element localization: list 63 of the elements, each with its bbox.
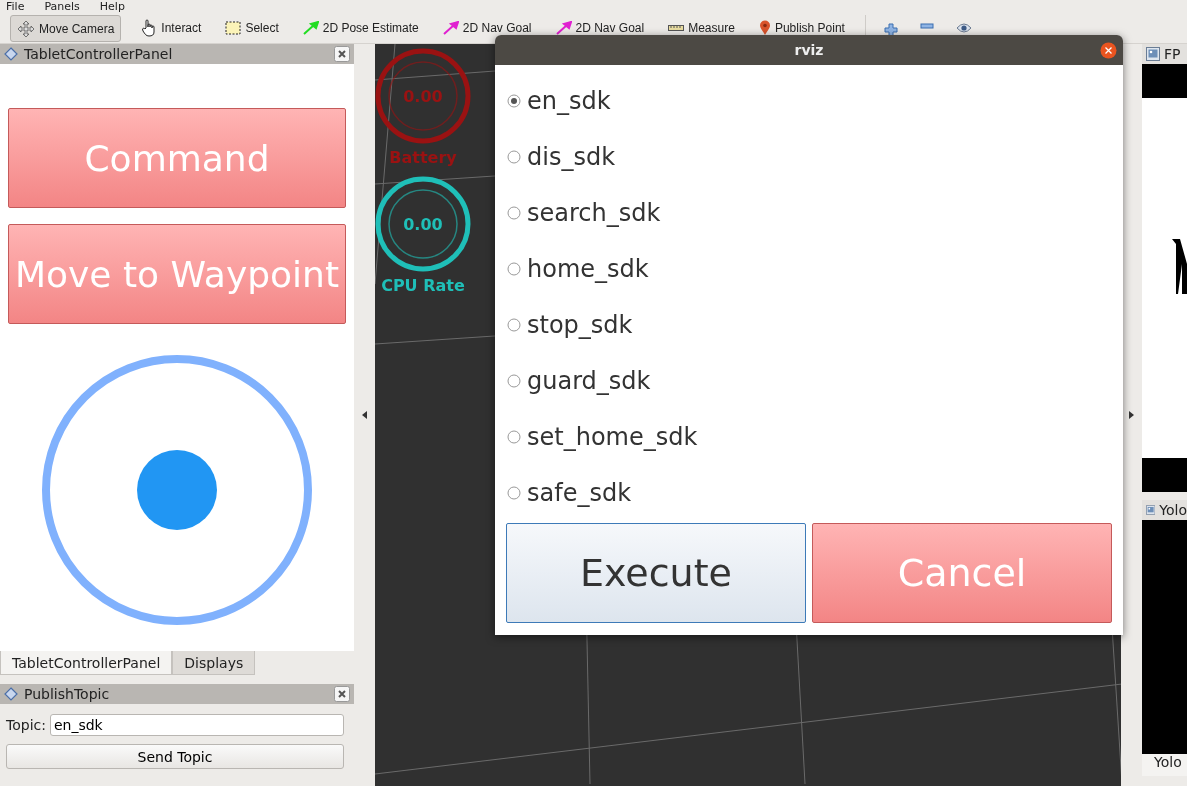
radio-button[interactable] <box>507 486 521 500</box>
eye-icon[interactable] <box>955 23 972 33</box>
image-icon <box>1146 47 1160 61</box>
zoom-in-icon[interactable] <box>883 23 898 37</box>
option-label[interactable]: search_sdk <box>527 199 661 227</box>
radio-button[interactable] <box>507 94 521 108</box>
selection-icon <box>225 21 242 35</box>
option-label[interactable]: en_sdk <box>527 87 611 115</box>
arrow-icon <box>302 21 319 35</box>
zoom-out-icon[interactable] <box>919 23 934 29</box>
panel-title: FP <box>1164 46 1181 62</box>
hand-icon <box>141 19 158 37</box>
dialog-title: rviz <box>794 42 824 58</box>
arrow-icon <box>555 21 572 35</box>
close-icon[interactable] <box>1100 42 1117 59</box>
radio-button[interactable] <box>507 430 521 444</box>
panel-title: Yolo <box>1159 502 1187 518</box>
tool-button[interactable]: Move Camera <box>10 15 122 42</box>
ruler-icon <box>668 24 685 32</box>
tool-button[interactable]: 2D Nav Goal <box>438 21 536 35</box>
radio-button[interactable] <box>507 262 521 276</box>
option-label[interactable]: dis_sdk <box>527 143 616 171</box>
option-label[interactable]: guard_sdk <box>527 367 651 395</box>
move-icon <box>17 19 35 38</box>
radio-button[interactable] <box>507 374 521 388</box>
radio-button[interactable] <box>507 318 521 332</box>
execute-button[interactable]: Execute <box>506 523 806 623</box>
menu-item[interactable]: Help <box>99 0 125 14</box>
option-label[interactable]: stop_sdk <box>527 311 633 339</box>
option-label[interactable]: safe_sdk <box>527 479 632 507</box>
close-icon[interactable] <box>334 46 350 62</box>
panel-icon <box>4 47 18 61</box>
tab[interactable]: Displays <box>172 651 256 675</box>
topic-field[interactable]: en_sdk <box>49 714 344 736</box>
tab[interactable]: TabletControllerPanel <box>0 651 173 675</box>
tool-button[interactable]: 2D Pose Estimate <box>298 21 423 35</box>
tool-button[interactable]: Publish Point <box>754 21 849 35</box>
tool-button[interactable]: Interact <box>137 21 206 35</box>
pin-icon <box>758 20 771 36</box>
radio-button[interactable] <box>507 206 521 220</box>
radio-button[interactable] <box>507 150 521 164</box>
joystick[interactable] <box>41 354 313 626</box>
topic-label: Topic: <box>6 717 46 733</box>
send-topic-button[interactable]: Send Topic <box>6 744 344 769</box>
splitter-arrow-icon[interactable] <box>1129 411 1134 419</box>
gauge-value: 0.00 <box>402 213 444 236</box>
arrow-icon <box>442 21 459 35</box>
tool-button[interactable]: Select <box>221 21 283 35</box>
gauge-label: CPU Rate <box>381 276 465 295</box>
gauge-value: 0.00 <box>402 85 444 108</box>
option-label[interactable]: set_home_sdk <box>527 423 698 451</box>
tool-button[interactable]: Measure <box>664 21 739 35</box>
panel-title: PublishTopic <box>24 686 111 702</box>
panel-title: TabletControllerPanel <box>24 46 174 62</box>
image-icon <box>1146 503 1156 517</box>
tool-button[interactable]: 2D Nav Goal <box>551 21 649 35</box>
menu-item[interactable]: File <box>6 0 25 14</box>
menu-item[interactable]: Panels <box>44 0 80 14</box>
splitter-arrow-icon[interactable] <box>362 411 367 419</box>
gauge-label: Battery <box>389 148 457 167</box>
panel-icon <box>4 687 18 701</box>
option-label[interactable]: home_sdk <box>527 255 649 283</box>
close-icon[interactable] <box>334 686 350 702</box>
